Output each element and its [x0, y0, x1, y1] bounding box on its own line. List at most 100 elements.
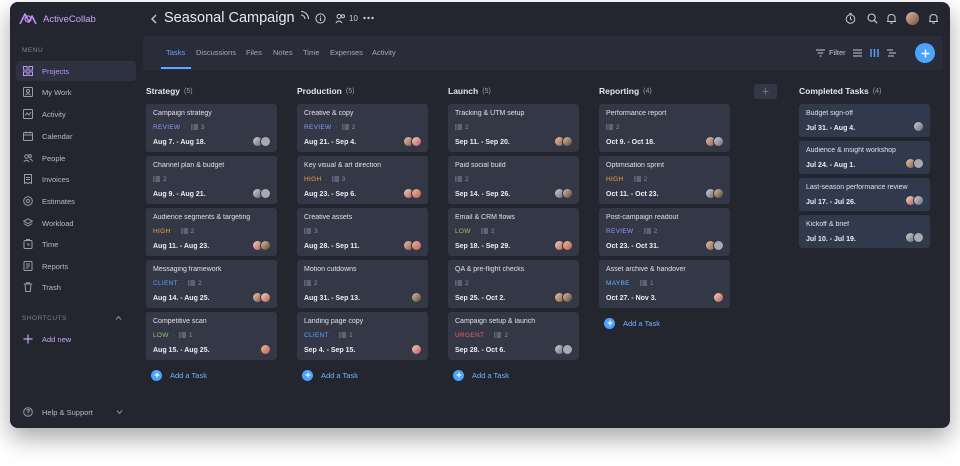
rss-icon[interactable] — [299, 10, 310, 21]
column-header[interactable]: Reporting (4) — [599, 82, 730, 100]
column-header[interactable]: Completed Tasks (4) — [799, 82, 930, 100]
column-header[interactable]: Strategy (5) — [146, 82, 277, 100]
back-arrow-icon[interactable] — [148, 12, 160, 26]
help-support-button[interactable]: Help & Support — [16, 402, 136, 422]
task-dates: Sep 28. - Oct 6. — [455, 347, 506, 354]
task-card[interactable]: Landing page copy CLIENT · 1 Sep 4. - Sep 15… — [297, 312, 428, 360]
people-icon[interactable] — [335, 13, 346, 24]
assignee-avatar[interactable] — [562, 136, 573, 147]
assignee-avatar[interactable] — [260, 188, 271, 199]
board-view-icon[interactable] — [869, 48, 880, 58]
assignee-avatar[interactable] — [411, 240, 422, 251]
task-card[interactable]: Campaign setup & launch URGENT · 2 Sep 28. -… — [448, 312, 579, 360]
assignee-avatar[interactable] — [260, 136, 271, 147]
column-header[interactable]: Launch (5) — [448, 82, 579, 100]
task-card[interactable]: Campaign strategy REVIEW · 3 Aug 7. - Aug 18… — [146, 104, 277, 152]
assignee-avatar[interactable] — [260, 344, 271, 355]
chevron-up-icon[interactable] — [115, 315, 122, 321]
people-count[interactable]: 10 — [349, 14, 358, 23]
sidebar-item-projects[interactable]: Projects — [16, 61, 136, 81]
assignee-avatar[interactable] — [411, 188, 422, 199]
add-new-shortcut-button[interactable]: Add new — [16, 329, 136, 349]
add-task-button[interactable]: Add a Task — [604, 317, 730, 329]
assignee-avatar[interactable] — [411, 344, 422, 355]
add-task-button[interactable]: Add a Task — [151, 369, 277, 381]
assignee-avatar[interactable] — [411, 136, 422, 147]
task-card[interactable]: Audience segments & targeting HIGH · 2 Aug 1… — [146, 208, 277, 256]
sidebar-item-reports[interactable]: Reports — [16, 256, 136, 276]
tab-files[interactable]: Files — [246, 48, 262, 57]
tab-tasks[interactable]: Tasks — [166, 48, 185, 57]
task-card[interactable]: Competitive scan LOW · 1 Aug 15. - Aug 25. — [146, 312, 277, 360]
add-column-button[interactable] — [754, 84, 777, 99]
sidebar-item-activity[interactable]: Activity — [16, 104, 136, 124]
sidebar-item-time[interactable]: Time — [16, 234, 136, 254]
completed-task-card[interactable]: Audience & insight workshop Jul 24. - Aug… — [799, 141, 930, 174]
info-icon[interactable] — [315, 13, 326, 24]
task-card[interactable]: Motion cutdowns 2 Aug 31. - Sep 13. — [297, 260, 428, 308]
alert-bell-icon[interactable] — [928, 13, 939, 24]
meta-separator: · — [474, 227, 477, 235]
assignee-avatar[interactable] — [411, 292, 422, 303]
sidebar-item-people[interactable]: People — [16, 148, 136, 168]
notification-bell-icon[interactable] — [886, 13, 897, 24]
task-card[interactable]: Key visual & art direction HIGH · 3 Aug 23. … — [297, 156, 428, 204]
assignee-avatar[interactable] — [713, 240, 724, 251]
assignee-avatar[interactable] — [562, 188, 573, 199]
task-card[interactable]: Messaging framework CLIENT · 2 Aug 14. - Aug… — [146, 260, 277, 308]
assignee-avatar[interactable] — [713, 188, 724, 199]
more-options-icon[interactable] — [363, 16, 374, 20]
column-header[interactable]: Production (5) — [297, 82, 428, 100]
sidebar-item-my-work[interactable]: My Work — [16, 82, 136, 102]
tab-discussions[interactable]: Discussions — [196, 48, 236, 57]
sidebar-item-estimates[interactable]: Estimates — [16, 191, 136, 211]
app-logo[interactable]: ActiveCollab — [19, 11, 96, 27]
tab-activity[interactable]: Activity — [372, 48, 396, 57]
task-dates: Aug 11. - Aug 23. — [153, 243, 210, 250]
sidebar-item-workload[interactable]: Workload — [16, 213, 136, 233]
timer-icon[interactable] — [845, 13, 856, 24]
completed-task-card[interactable]: Budget sign-off Jul 31. - Aug 4. — [799, 104, 930, 137]
completed-task-card[interactable]: Last-season performance review Jul 17. - … — [799, 178, 930, 211]
task-card[interactable]: Channel plan & budget 2 Aug 9. - Aug 21. — [146, 156, 277, 204]
assignee-avatar[interactable] — [260, 292, 271, 303]
task-card[interactable]: Email & CRM flows LOW · 2 Sep 18. - Sep 29. — [448, 208, 579, 256]
assignee-avatar[interactable] — [913, 232, 924, 243]
task-card[interactable]: Creative assets 3 Aug 28. - Sep 11. — [297, 208, 428, 256]
assignee-avatar[interactable] — [562, 292, 573, 303]
assignee-avatar[interactable] — [913, 195, 924, 206]
tab-time[interactable]: Time — [303, 48, 319, 57]
task-card[interactable]: Post-campaign readout REVIEW · 2 Oct 23. - O… — [599, 208, 730, 256]
list-view-icon[interactable] — [852, 48, 863, 58]
filter-icon[interactable] — [815, 48, 826, 58]
trash-icon — [23, 282, 33, 292]
add-button[interactable] — [915, 43, 935, 63]
completed-task-card[interactable]: Kickoff & brief Jul 10. - Jul 19. — [799, 215, 930, 248]
search-icon[interactable] — [867, 13, 878, 24]
assignee-avatar[interactable] — [913, 121, 924, 132]
task-card[interactable]: QA & pre-flight checks 2 Sep 25. - Oct 2. — [448, 260, 579, 308]
assignee-avatar[interactable] — [713, 292, 724, 303]
tab-notes[interactable]: Notes — [273, 48, 293, 57]
task-card[interactable]: Tracking & UTM setup 2 Sep 11. - Sep 20. — [448, 104, 579, 152]
assignee-avatar[interactable] — [713, 136, 724, 147]
assignees — [252, 292, 271, 303]
task-card[interactable]: Asset archive & handover MAYBE · 1 Oct 27. -… — [599, 260, 730, 308]
task-card[interactable]: Creative & copy REVIEW · 2 Aug 21. - Sep 4. — [297, 104, 428, 152]
task-card[interactable]: Performance report 2 Oct 9. - Oct 18. — [599, 104, 730, 152]
add-task-button[interactable]: Add a Task — [302, 369, 428, 381]
assignee-avatar[interactable] — [562, 344, 573, 355]
sidebar-item-invoices[interactable]: Invoices — [16, 169, 136, 189]
assignee-avatar[interactable] — [562, 240, 573, 251]
sidebar-item-trash[interactable]: Trash — [16, 277, 136, 297]
task-card[interactable]: Optimisation sprint HIGH · 2 Oct 11. - Oct 2… — [599, 156, 730, 204]
assignee-avatar[interactable] — [260, 240, 271, 251]
assignee-avatar[interactable] — [913, 158, 924, 169]
sidebar-item-calendar[interactable]: Calendar — [16, 126, 136, 146]
filter-button[interactable]: Filter — [829, 48, 846, 57]
task-card[interactable]: Paid social build 2 Sep 14. - Sep 26. — [448, 156, 579, 204]
user-avatar[interactable] — [906, 12, 919, 25]
add-task-button[interactable]: Add a Task — [453, 369, 579, 381]
timeline-view-icon[interactable] — [886, 48, 897, 58]
tab-expenses[interactable]: Expenses — [330, 48, 363, 57]
